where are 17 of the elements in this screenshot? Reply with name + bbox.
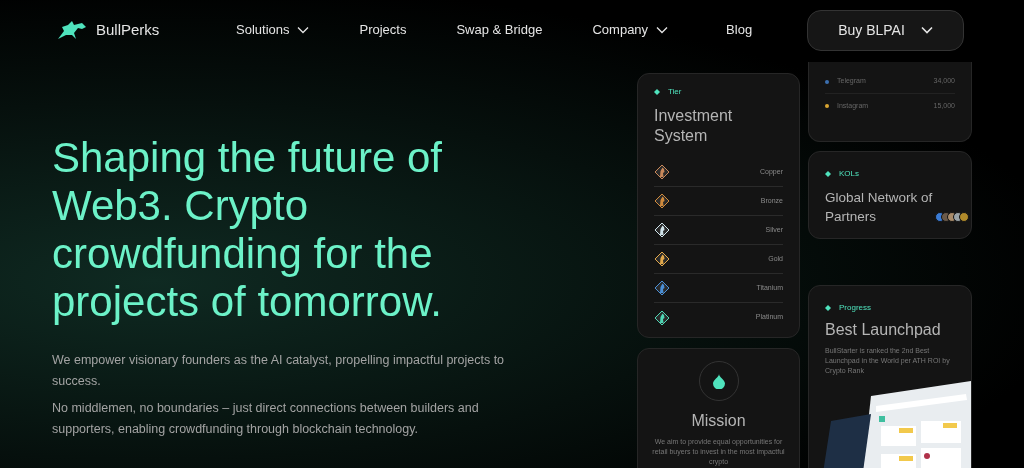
nav-link[interactable]: Swap & Bridge bbox=[456, 20, 543, 40]
card-title: Mission bbox=[691, 411, 746, 431]
card-title: Best Launchpad bbox=[825, 320, 942, 340]
brand-name: BullPerks bbox=[96, 19, 160, 40]
nav-link[interactable]: Blog bbox=[726, 20, 753, 40]
card-tag: Progress bbox=[839, 302, 871, 314]
nav-link[interactable]: Projects bbox=[359, 20, 407, 40]
card-title: Global Network of Partners bbox=[825, 189, 933, 226]
hero-paragraph: No middlemen, no boundaries – just direct connections between builders and supporters, enabling crowdfunding through blockchain technology. bbox=[52, 400, 480, 438]
card-tag: Tier bbox=[668, 86, 682, 98]
buy-button[interactable]: Buy BLPAI bbox=[807, 9, 964, 51]
nav-link[interactable]: Company bbox=[592, 20, 669, 40]
hero-paragraph: We empower visionary founders as the AI catalyst, propelling impactful projects to success. bbox=[52, 352, 506, 390]
nav-link[interactable]: Solutions bbox=[236, 20, 310, 40]
card-tag: KOLs bbox=[839, 168, 859, 180]
card-title: Investment System bbox=[654, 106, 734, 146]
hero-title: Shaping the future of Web3. Crypto crowdfunding for the projects of tomorrow. bbox=[52, 134, 443, 326]
